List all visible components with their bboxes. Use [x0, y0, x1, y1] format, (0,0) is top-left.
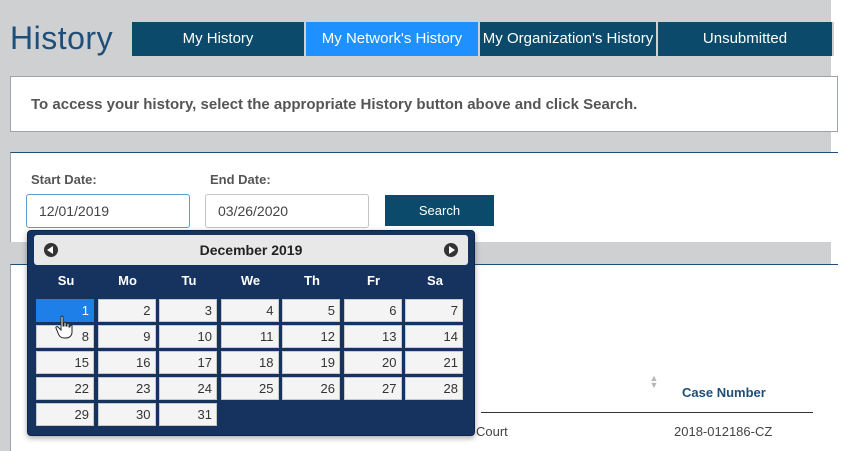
calendar-day[interactable]: 15: [36, 351, 94, 374]
calendar-day[interactable]: 11: [220, 325, 279, 348]
weekday-we: We: [240, 273, 261, 288]
search-button[interactable]: Search: [385, 195, 494, 226]
weekday-mo: Mo: [118, 273, 137, 288]
calendar-day[interactable]: 20: [343, 351, 402, 374]
sort-icon[interactable]: ▲ ▼: [649, 374, 659, 391]
calendar-day[interactable]: 13: [343, 325, 402, 348]
hand-cursor-icon: [55, 315, 73, 339]
end-date-input[interactable]: [205, 194, 369, 228]
calendar-day[interactable]: 18: [220, 351, 279, 374]
cell-case-number: 2018-012186-CZ: [674, 424, 773, 439]
calendar-day[interactable]: 23: [97, 377, 156, 400]
datepicker-month-title: December 2019: [199, 242, 303, 258]
calendar-day[interactable]: 12: [282, 325, 340, 348]
calendar-day[interactable]: 31: [159, 403, 217, 426]
weekday-su: Su: [57, 273, 75, 288]
calendar-day[interactable]: 2: [97, 299, 156, 322]
calendar-day[interactable]: 10: [159, 325, 217, 348]
calendar-day[interactable]: 30: [97, 403, 156, 426]
weekday-fr: Fr: [367, 273, 380, 288]
cell-court: Court: [476, 424, 508, 439]
tab-my-network-history[interactable]: My Network's History: [306, 22, 480, 56]
calendar-day[interactable]: 14: [405, 325, 463, 348]
start-date-label: Start Date:: [31, 172, 97, 187]
history-tabs: My History My Network's History My Organ…: [132, 22, 834, 56]
info-message: To access your history, select the appro…: [31, 96, 638, 113]
column-header-case-number[interactable]: Case Number: [682, 385, 766, 400]
calendar-day[interactable]: 16: [97, 351, 156, 374]
calendar-day[interactable]: 24: [159, 377, 217, 400]
next-month-icon[interactable]: [444, 243, 458, 257]
search-panel: Start Date: End Date: Search: [10, 152, 838, 242]
datepicker-header: December 2019: [34, 235, 468, 265]
calendar-day[interactable]: 6: [343, 299, 402, 322]
calendar-day[interactable]: 29: [36, 403, 94, 426]
header-divider: [481, 412, 813, 413]
calendar-day[interactable]: 22: [36, 377, 94, 400]
calendar-day[interactable]: 4: [220, 299, 279, 322]
calendar-day[interactable]: 21: [405, 351, 463, 374]
prev-month-icon[interactable]: [44, 243, 58, 257]
calendar-day[interactable]: 25: [220, 377, 279, 400]
weekday-sa: Sa: [427, 273, 443, 288]
weekday-tu: Tu: [181, 273, 197, 288]
weekday-th: Th: [304, 273, 320, 288]
info-panel: To access your history, select the appro…: [10, 76, 838, 132]
calendar-day[interactable]: 3: [159, 299, 217, 322]
tab-my-history[interactable]: My History: [132, 22, 306, 56]
calendar-day[interactable]: 28: [405, 377, 463, 400]
calendar-day[interactable]: 5: [282, 299, 340, 322]
calendar-day[interactable]: 7: [405, 299, 463, 322]
calendar-day[interactable]: 26: [282, 377, 340, 400]
tab-unsubmitted[interactable]: Unsubmitted: [658, 22, 834, 56]
datepicker-popup: December 2019 Su Mo Tu We Th Fr Sa 1 2 3 4 5 6 7 8 9 10…: [27, 230, 475, 436]
tab-my-organization-history[interactable]: My Organization's History: [480, 22, 658, 56]
page-title: History: [10, 20, 114, 56]
calendar-day[interactable]: 9: [97, 325, 156, 348]
calendar-day[interactable]: 17: [159, 351, 217, 374]
calendar-day[interactable]: 19: [282, 351, 340, 374]
start-date-input[interactable]: [26, 194, 190, 228]
end-date-label: End Date:: [210, 172, 271, 187]
calendar-day[interactable]: 27: [343, 377, 402, 400]
